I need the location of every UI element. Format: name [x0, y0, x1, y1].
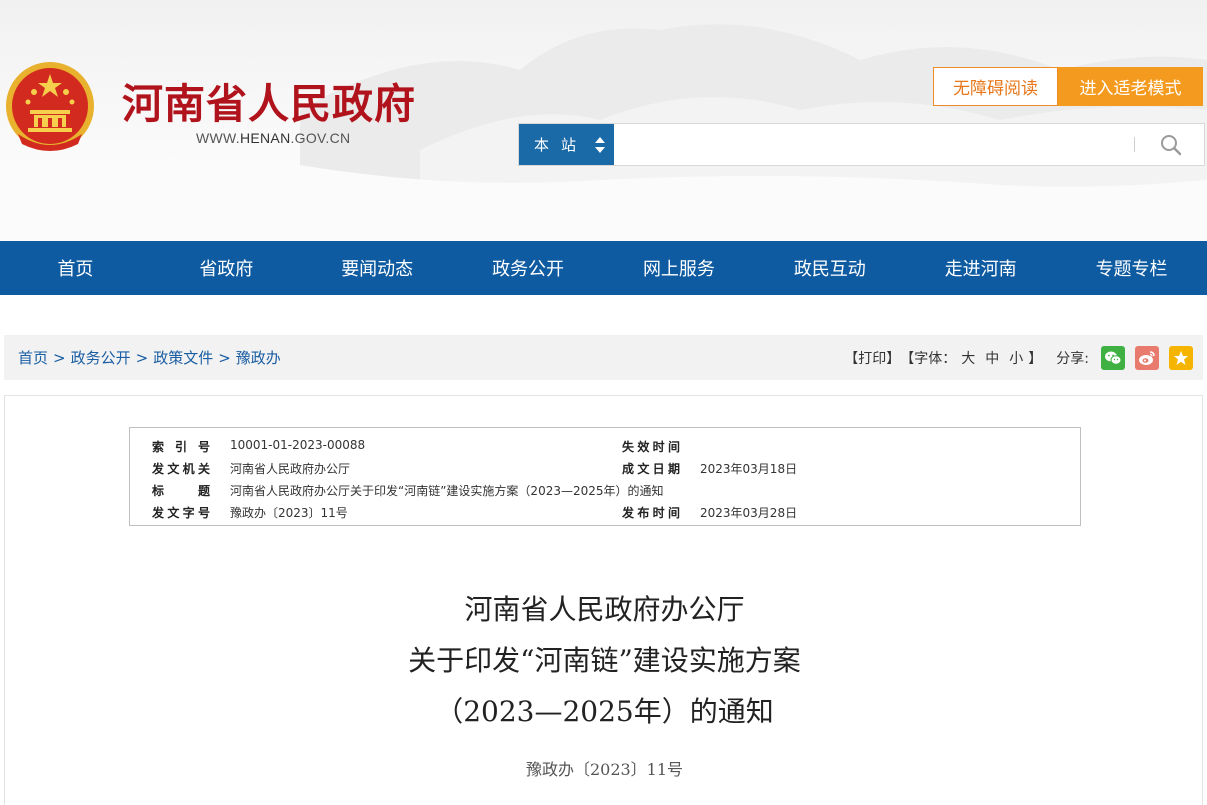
document-title-line: （2023—2025年）的通知	[435, 695, 774, 728]
expire-label: 失效时间	[622, 440, 680, 454]
updown-arrow-icon	[595, 137, 605, 153]
title-value: 河南省人民政府办公厅关于印发“河南链”建设实施方案（2023—2025年）的通知	[230, 484, 664, 498]
nav-item-about-henan[interactable]: 走进河南	[905, 241, 1056, 295]
article-content: 索引号 10001-01-2023-00088 失效时间 发文机关 河南省人民政…	[4, 395, 1203, 805]
date-value: 2023年03月18日	[700, 462, 798, 476]
document-title-line: 河南省人民政府办公厅	[464, 593, 745, 626]
page-tools: 【打印】 【字体： 大 中 小 】 分享:	[844, 335, 1193, 380]
nav-item-gov-affairs[interactable]: 政务公开	[453, 241, 604, 295]
info-row: 标题 河南省人民政府办公厅关于印发“河南链”建设实施方案（2023—2025年）…	[130, 478, 1080, 500]
breadcrumb-separator: >	[218, 348, 231, 367]
breadcrumb-separator: >	[135, 348, 149, 367]
document-info-table: 索引号 10001-01-2023-00088 失效时间 发文机关 河南省人民政…	[129, 427, 1081, 526]
docno-label: 发文字号	[152, 506, 210, 520]
nav-item-online-service[interactable]: 网上服务	[604, 241, 755, 295]
index-value: 10001-01-2023-00088	[230, 438, 366, 452]
national-emblem-icon	[6, 62, 94, 151]
search-scope-label: 本站	[534, 136, 589, 154]
print-link[interactable]: 【打印】	[844, 348, 900, 368]
breadcrumb-gov-affairs[interactable]: 政务公开	[71, 347, 131, 368]
search-input[interactable]	[615, 124, 1135, 165]
nav-item-interaction[interactable]: 政民互动	[754, 241, 905, 295]
breadcrumb: 首页 > 政务公开 > 政策文件 > 豫政办	[18, 335, 281, 380]
title-label: 标题	[152, 484, 210, 498]
issuer-label: 发文机关	[152, 462, 210, 476]
font-large-link[interactable]: 大	[961, 348, 975, 368]
nav-item-province-gov[interactable]: 省政府	[151, 241, 302, 295]
search-divider	[1134, 137, 1135, 152]
search-icon[interactable]	[1159, 134, 1183, 156]
favorite-icon[interactable]	[1169, 345, 1193, 370]
weibo-icon[interactable]	[1135, 345, 1159, 370]
index-label: 索引号	[152, 440, 210, 454]
breadcrumb-bar: 首页 > 政务公开 > 政策文件 > 豫政办 【打印】 【字体： 大 中 小 】…	[4, 335, 1203, 380]
elder-mode-button[interactable]: 进入适老模式	[1058, 67, 1203, 106]
document-number: 豫政办〔2023〕11号	[525, 760, 684, 779]
search-box: 本站	[518, 123, 1205, 166]
font-size-close: 】	[1028, 350, 1043, 367]
font-medium-link[interactable]: 中	[985, 348, 999, 368]
site-url: WWW.HENAN.GOV.CN	[196, 130, 351, 146]
publish-label: 发布时间	[622, 506, 680, 520]
breadcrumb-separator: >	[53, 348, 66, 367]
search-scope-select[interactable]: 本站	[519, 124, 614, 165]
publish-value: 2023年03月28日	[700, 506, 798, 520]
site-header: 河南省人民政府 WWW.HENAN.GOV.CN 无障碍阅读 进入适老模式 本站	[0, 0, 1207, 241]
breadcrumb-yuzhengban[interactable]: 豫政办	[236, 347, 281, 368]
nav-item-special-topics[interactable]: 专题专栏	[1056, 241, 1207, 295]
main-nav: 首页 省政府 要闻动态 政务公开 网上服务 政民互动 走进河南 专题专栏	[0, 241, 1207, 295]
docno-value: 豫政办〔2023〕11号	[230, 506, 348, 520]
info-row: 发文机关 河南省人民政府办公厅 成文日期 2023年03月18日	[130, 456, 1080, 478]
document-title: 河南省人民政府办公厅 关于印发“河南链”建设实施方案 （2023—2025年）的…	[5, 584, 1204, 737]
share-label: 分享:	[1056, 350, 1089, 367]
date-label: 成文日期	[622, 462, 680, 476]
issuer-value: 河南省人民政府办公厅	[230, 462, 351, 476]
document-title-line: 关于印发“河南链”建设实施方案	[408, 644, 801, 677]
breadcrumb-policy-docs[interactable]: 政策文件	[153, 347, 213, 368]
accessible-reading-button[interactable]: 无障碍阅读	[933, 67, 1058, 106]
breadcrumb-home[interactable]: 首页	[18, 347, 48, 368]
wechat-icon[interactable]	[1101, 345, 1125, 370]
nav-item-news[interactable]: 要闻动态	[302, 241, 453, 295]
info-row: 发文字号 豫政办〔2023〕11号 发布时间 2023年03月28日	[130, 500, 1080, 522]
nav-item-home[interactable]: 首页	[0, 241, 151, 295]
site-title[interactable]: 河南省人民政府	[122, 70, 416, 130]
info-row: 索引号 10001-01-2023-00088 失效时间	[130, 434, 1080, 456]
font-small-link[interactable]: 小	[1009, 348, 1023, 368]
font-size-label: 【字体：	[900, 350, 957, 367]
